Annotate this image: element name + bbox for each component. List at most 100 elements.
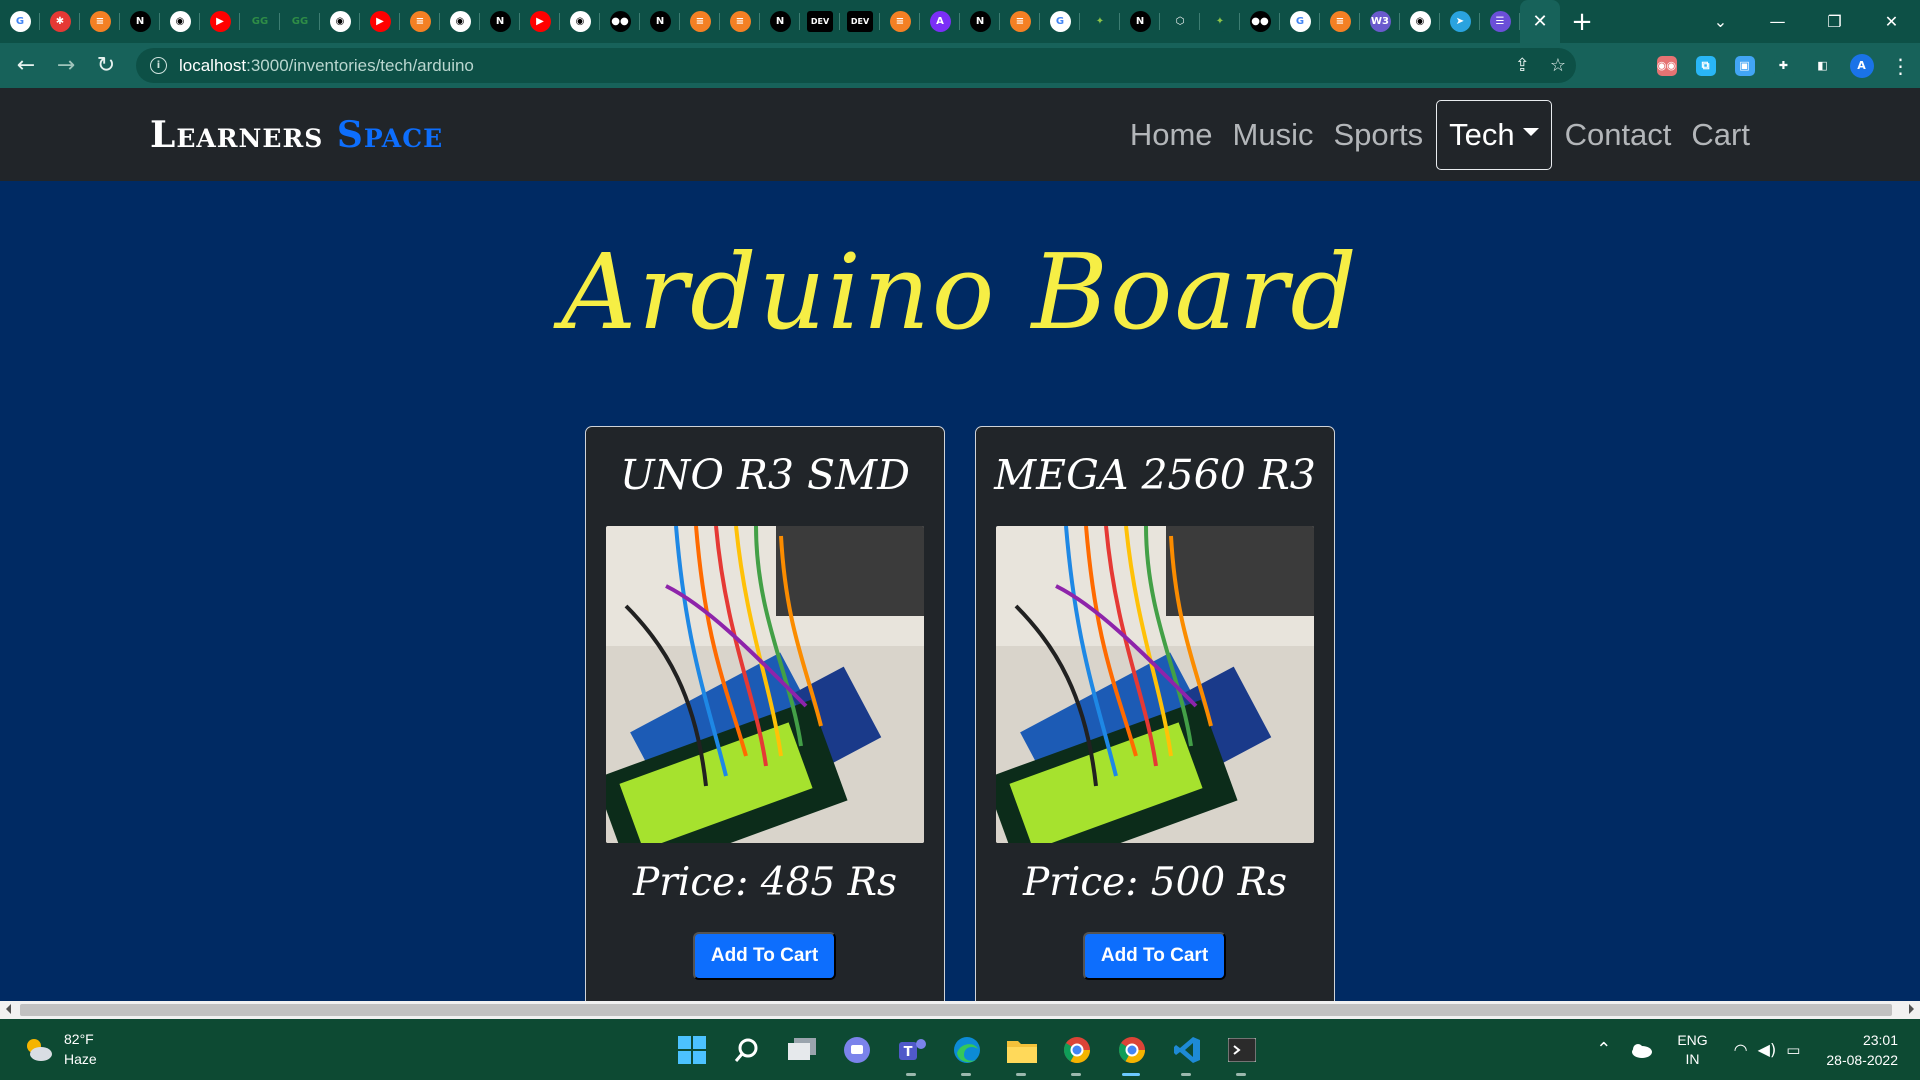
browser-tab[interactable]: W3: [1360, 0, 1400, 43]
weather-widget[interactable]: 82°F Haze: [22, 1029, 97, 1069]
clock[interactable]: 23:01 28-08-2022: [1826, 1030, 1898, 1070]
browser-tab[interactable]: N: [480, 0, 520, 43]
nav-cart[interactable]: Cart: [1681, 100, 1760, 170]
browser-tab[interactable]: N: [120, 0, 160, 43]
sidepanel-icon[interactable]: ◧: [1803, 43, 1842, 88]
nav-contact[interactable]: Contact: [1555, 100, 1682, 170]
running-indicator: [906, 1073, 916, 1076]
browser-tab[interactable]: ≡: [1000, 0, 1040, 43]
teams-button[interactable]: T: [884, 1019, 939, 1080]
terminal-button[interactable]: [1214, 1019, 1269, 1080]
browser-tab[interactable]: ≡: [1320, 0, 1360, 43]
browser-tab[interactable]: G: [0, 0, 40, 43]
browser-tab[interactable]: ▶: [360, 0, 400, 43]
browser-tab[interactable]: N: [760, 0, 800, 43]
browser-tab[interactable]: DEV: [800, 0, 840, 43]
browser-tab[interactable]: ≡: [80, 0, 120, 43]
vscode-button[interactable]: [1159, 1019, 1214, 1080]
notion-icon: N: [969, 11, 991, 32]
nav-tech-dropdown[interactable]: Tech: [1436, 99, 1552, 170]
wifi-icon[interactable]: ◠: [1734, 1040, 1748, 1059]
browser-tab[interactable]: ≡: [720, 0, 760, 43]
minimize-icon[interactable]: —: [1749, 0, 1806, 43]
sparkle-icon: ✦: [1209, 11, 1231, 32]
share-icon[interactable]: ⇪: [1515, 55, 1530, 76]
scrollbar-thumb[interactable]: [20, 1004, 1892, 1016]
browser-tab[interactable]: ◉: [160, 0, 200, 43]
eyes-extension-icon[interactable]: ◉◉: [1647, 43, 1686, 88]
search-button[interactable]: [719, 1019, 774, 1080]
browser-tab[interactable]: ≡: [400, 0, 440, 43]
profile-avatar[interactable]: A: [1842, 43, 1881, 88]
tab-search-icon[interactable]: ⌄: [1692, 0, 1749, 43]
new-tab-button[interactable]: +: [1560, 0, 1604, 43]
browser-tab[interactable]: ✱: [40, 0, 80, 43]
site-brand[interactable]: Learners Space: [150, 114, 443, 156]
screen-extension-icon[interactable]: ▣: [1725, 43, 1764, 88]
nav-home[interactable]: Home: [1120, 100, 1223, 170]
browser-tab[interactable]: G: [1040, 0, 1080, 43]
kebab-menu-icon[interactable]: ⋮: [1881, 43, 1920, 88]
browser-tab[interactable]: GG: [280, 0, 320, 43]
browser-tab[interactable]: ◉: [440, 0, 480, 43]
edge-button[interactable]: [939, 1019, 994, 1080]
browser-tab[interactable]: ●●: [1240, 0, 1280, 43]
browser-tab[interactable]: GG: [240, 0, 280, 43]
forward-arrow-icon[interactable]: →: [46, 43, 86, 88]
chevron-up-icon[interactable]: ⌃: [1596, 1039, 1611, 1060]
url-text[interactable]: localhost:3000/inventories/tech/arduino: [179, 56, 474, 76]
reload-icon[interactable]: ↻: [86, 43, 126, 88]
browser-tab[interactable]: ◉: [320, 0, 360, 43]
browser-tab[interactable]: G: [1280, 0, 1320, 43]
battery-icon[interactable]: ▭: [1786, 1041, 1800, 1059]
browser-tab[interactable]: ◉: [560, 0, 600, 43]
browser-tab[interactable]: ▶: [200, 0, 240, 43]
speaker-icon[interactable]: ◀): [1758, 1040, 1777, 1059]
weather-text: 82°F Haze: [64, 1029, 97, 1069]
puzzle-extension-icon[interactable]: ✚: [1764, 43, 1803, 88]
close-window-icon[interactable]: ✕: [1863, 0, 1920, 43]
browser-tab[interactable]: ✦: [1080, 0, 1120, 43]
teams-chat-button[interactable]: [829, 1019, 884, 1080]
chrome-profile-button[interactable]: [1049, 1019, 1104, 1080]
horizontal-scrollbar[interactable]: [0, 1001, 1920, 1019]
browser-tab[interactable]: ◉: [1400, 0, 1440, 43]
onedrive-cloud-icon[interactable]: [1629, 1042, 1653, 1058]
restore-icon[interactable]: ❐: [1806, 0, 1863, 43]
address-bar[interactable]: i localhost:3000/inventories/tech/arduin…: [136, 48, 1576, 83]
close-tab-icon[interactable]: ✕: [1532, 11, 1547, 32]
browser-tab[interactable]: ☰: [1480, 0, 1520, 43]
file-explorer-button[interactable]: [994, 1019, 1049, 1080]
system-tray: ⌃ ENG IN ◠ ◀) ▭ 23:01 28-08-2022: [1596, 1019, 1920, 1080]
browser-tab[interactable]: N: [640, 0, 680, 43]
start-button[interactable]: [664, 1019, 719, 1080]
nav-music[interactable]: Music: [1223, 100, 1324, 170]
site-info-icon[interactable]: i: [150, 57, 167, 74]
language-indicator[interactable]: ENG IN: [1677, 1031, 1707, 1069]
browser-tab[interactable]: ⬡: [1160, 0, 1200, 43]
scroll-right-icon[interactable]: [1909, 1004, 1914, 1014]
brand-space: Space: [336, 114, 444, 156]
active-tab[interactable]: ✕: [1520, 0, 1560, 43]
product-price: Price: 485 Rs: [632, 860, 898, 905]
browser-tab[interactable]: N: [960, 0, 1000, 43]
browser-tab[interactable]: DEV: [840, 0, 880, 43]
back-arrow-icon[interactable]: ←: [6, 43, 46, 88]
browser-tab[interactable]: N: [1120, 0, 1160, 43]
chrome-active-button[interactable]: [1104, 1019, 1159, 1080]
add-to-cart-button[interactable]: Add To Cart: [693, 932, 836, 980]
browser-tab[interactable]: ➤: [1440, 0, 1480, 43]
browser-tab[interactable]: ≡: [880, 0, 920, 43]
add-to-cart-button[interactable]: Add To Cart: [1083, 932, 1226, 980]
browser-tab[interactable]: ▶: [520, 0, 560, 43]
scroll-left-icon[interactable]: [6, 1004, 11, 1014]
clipboard-extension-icon[interactable]: ⧉: [1686, 43, 1725, 88]
nav-sports[interactable]: Sports: [1323, 100, 1433, 170]
github-icon: ◉: [569, 11, 591, 32]
task-view-button[interactable]: [774, 1019, 829, 1080]
bookmark-star-icon[interactable]: ☆: [1550, 55, 1566, 76]
browser-tab[interactable]: A: [920, 0, 960, 43]
browser-tab[interactable]: ✦: [1200, 0, 1240, 43]
browser-tab[interactable]: ≡: [680, 0, 720, 43]
browser-tab[interactable]: ●●: [600, 0, 640, 43]
